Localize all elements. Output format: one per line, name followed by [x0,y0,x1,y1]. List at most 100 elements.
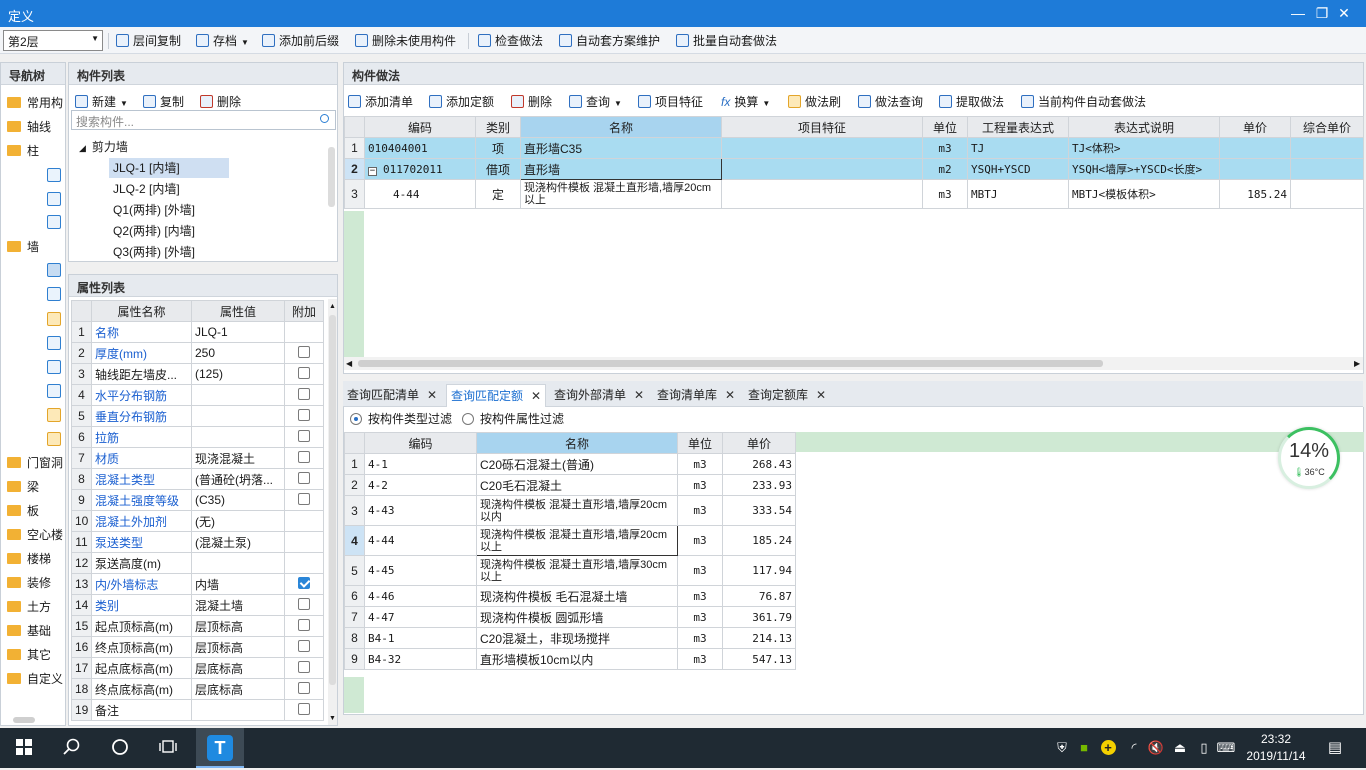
quota-row[interactable]: 1 4-1 C20砾石混凝土(普通) m3 268.43 [344,453,796,475]
property-value[interactable] [191,426,285,448]
close-icon[interactable]: ✕ [816,388,826,402]
quota-row[interactable]: 5 4-45 现浇构件模板 混凝土直形墙,墙厚30cm以上 m3 117.94 [344,555,796,586]
property-row[interactable]: 13 内/外墙标志 内墙 [71,573,324,595]
cell-price[interactable]: 333.54 [722,495,796,526]
cell-name[interactable]: C20砾石混凝土(普通) [476,453,678,475]
cell-unit[interactable]: m3 [922,179,968,209]
nav-scrollbar[interactable] [13,717,35,723]
floor-select[interactable]: 第2层 ▼ [3,30,103,51]
nvidia-icon[interactable]: ■ [1074,728,1094,768]
component-item[interactable]: JLQ-2 [内墙] [113,179,180,199]
close-icon[interactable]: ✕ [725,388,735,402]
nav-item-decoration[interactable]: 装修 [7,573,51,593]
property-row[interactable]: 2 厚度(mm) 250 [71,342,324,364]
cell-unit[interactable]: m3 [677,453,723,475]
ime-icon[interactable]: ⌨ [1216,728,1236,768]
cell-name[interactable]: C20毛石混凝土 [476,474,678,496]
cell-name[interactable]: 现浇构件模板 混凝土直形墙,墙厚20cm以内 [476,495,678,526]
property-value[interactable]: 现浇混凝土 [191,447,285,469]
collapse-arrow-icon[interactable]: ◢ [79,143,86,153]
component-item-selected[interactable]: JLQ-1 [内墙] [109,158,229,178]
collapse-icon[interactable]: − [368,166,377,176]
quota-row[interactable]: 2 4-2 C20毛石混凝土 m3 233.93 [344,474,796,496]
nav-item-foundation[interactable]: 基础 [7,621,51,641]
cell-type[interactable]: 项 [475,137,521,159]
column-cap-icon[interactable] [47,192,61,206]
close-button[interactable]: ✕ [1322,0,1366,27]
filter-by-type-radio[interactable]: 按构件类型过滤 [350,409,452,429]
cell-code[interactable]: 4-44 [364,525,477,556]
delete-unused-button[interactable]: 删除未使用构件 [355,32,456,50]
extract-method-button[interactable]: 提取做法 [939,93,1004,111]
property-row[interactable]: 12 泵送高度(m) [71,552,324,574]
property-extra[interactable] [284,321,324,343]
shear-wall-icon[interactable] [47,263,61,277]
property-extra[interactable] [284,552,324,574]
property-extra[interactable] [284,615,324,637]
masonry-rebar-icon[interactable] [47,408,61,422]
property-value[interactable]: 内墙 [191,573,285,595]
cell-code[interactable]: 4-47 [364,606,477,628]
property-extra[interactable] [284,405,324,427]
cell-name[interactable]: 现浇构件模板 混凝土直形墙,墙厚20cm以上 [520,179,722,209]
cell-price[interactable]: 185.24 [722,525,796,556]
cell-code[interactable]: B4-32 [364,648,477,670]
property-row[interactable]: 18 终点底标高(m) 层底标高 [71,678,324,700]
property-extra[interactable] [284,342,324,364]
cell-name[interactable]: 现浇构件模板 混凝土直形墙,墙厚20cm以上 [476,525,678,556]
property-row[interactable]: 10 混凝土外加剂 (无) [71,510,324,532]
component-item[interactable]: Q2(两排) [内墙] [113,221,195,241]
search-icon[interactable] [48,728,96,768]
nav-item-other[interactable]: 其它 [7,645,51,665]
cell-type[interactable]: 定 [475,179,521,209]
tab-match-bill[interactable]: 查询匹配清单 ✕ [343,384,441,407]
cell-name[interactable]: 现浇构件模板 圆弧形墙 [476,606,678,628]
cell-code[interactable]: 4-44 [364,179,476,209]
cell-price[interactable]: 185.24 [1219,179,1291,209]
checkbox[interactable] [298,387,310,400]
scroll-right-icon[interactable]: ▶ [1354,359,1360,368]
tab-quota-library[interactable]: 查询定额库 ✕ [744,384,830,407]
tab-external-bill[interactable]: 查询外部清单 ✕ [550,384,648,407]
cell-code[interactable]: B4-1 [364,627,477,649]
property-value[interactable]: (C35) [191,489,285,511]
checkbox[interactable] [298,597,310,610]
close-icon[interactable]: ✕ [531,389,541,403]
cell-name[interactable]: C20混凝土，非现场搅拌 [476,627,678,649]
property-extra[interactable] [284,426,324,448]
property-row[interactable]: 15 起点顶标高(m) 层顶标高 [71,615,324,637]
cell-name[interactable]: 现浇构件模板 毛石混凝土墙 [476,585,678,607]
checkbox[interactable] [298,471,310,484]
checkbox[interactable] [298,681,310,694]
cell-price[interactable]: 547.13 [722,648,796,670]
cell-total[interactable] [1290,137,1364,159]
check-method-button[interactable]: 检查做法 [478,32,543,50]
volume-mute-icon[interactable]: 🔇 [1146,728,1166,768]
property-row[interactable]: 6 拉筋 [71,426,324,448]
nav-item-earthwork[interactable]: 土方 [7,597,51,617]
property-value[interactable]: 层顶标高 [191,615,285,637]
cell-code[interactable]: 4-2 [364,474,477,496]
quota-row[interactable]: 9 B4-32 直形墙模板10cm以内 m3 547.13 [344,648,796,670]
column-detail-icon[interactable] [47,215,61,229]
cell-name[interactable]: 直形墙模板10cm以内 [476,648,678,670]
property-extra[interactable] [284,636,324,658]
method-brush-button[interactable]: 做法刷 [788,93,841,111]
column-icon[interactable] [47,168,61,182]
cell-feature[interactable] [721,179,923,209]
cell-desc[interactable]: MBTJ<模板体积> [1068,179,1220,209]
search-icon[interactable] [320,114,329,123]
nav-item-axis[interactable]: 轴线 [7,117,51,137]
property-row[interactable]: 8 混凝土类型 (普通砼(坍落... [71,468,324,490]
cell-code[interactable]: 4-1 [364,453,477,475]
property-extra[interactable] [284,510,324,532]
cell-total[interactable] [1290,158,1364,180]
nav-item-custom[interactable]: 自定义 [7,669,63,689]
batch-auto-button[interactable]: 批量自动套做法 [676,32,777,50]
property-extra[interactable] [284,573,324,595]
quota-row[interactable]: 6 4-46 现浇构件模板 毛石混凝土墙 m3 76.87 [344,585,796,607]
cell-code[interactable]: 4-45 [364,555,477,586]
method-hscroll-thumb[interactable] [358,360,1103,367]
archive-button[interactable]: 存档 ▼ [196,32,249,50]
property-value[interactable]: (混凝土泵) [191,531,285,553]
